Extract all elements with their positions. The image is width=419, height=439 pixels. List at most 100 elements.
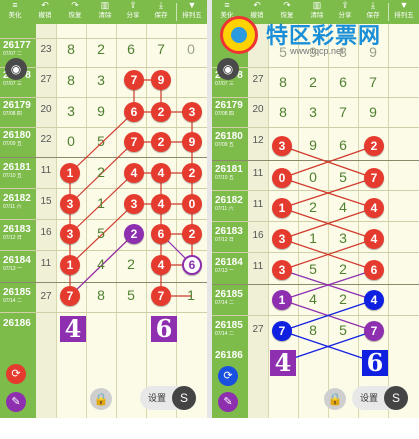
trash-icon: ▥ (312, 0, 322, 10)
number-ball[interactable]: 6 (151, 224, 171, 244)
toolbar-divider (176, 3, 177, 21)
number-ball[interactable]: 7 (272, 321, 292, 341)
number-ball[interactable]: 3 (272, 229, 292, 249)
settings-button[interactable]: 设置 S (352, 386, 408, 410)
pen-icon[interactable]: ✎ (6, 392, 26, 412)
row-line (212, 127, 419, 128)
s-button[interactable]: S (172, 386, 196, 410)
number-ball[interactable]: 4 (364, 229, 384, 249)
number-ball[interactable]: 2 (151, 102, 171, 122)
period-label: 26180 07/09 五 (215, 131, 243, 148)
draw-digit: 0 (309, 169, 317, 185)
draw-digit: 1 (187, 287, 195, 303)
number-ball[interactable]: 4 (364, 198, 384, 218)
draw-digit: 2 (97, 164, 105, 180)
number-ball[interactable]: 3 (272, 260, 292, 280)
number-ball[interactable]: 6 (182, 255, 202, 275)
s-button[interactable]: S (384, 386, 408, 410)
number-ball[interactable]: 3 (272, 136, 292, 156)
number-ball[interactable]: 1 (272, 198, 292, 218)
number-ball[interactable]: 3 (60, 224, 80, 244)
number-ball[interactable]: 6 (364, 260, 384, 280)
draw-digit: 3 (67, 103, 75, 119)
index-value: 27 (40, 291, 52, 302)
number-ball[interactable]: 2 (124, 224, 144, 244)
eye-icon[interactable]: ◉ (5, 58, 27, 80)
draw-digit: 6 (339, 137, 347, 153)
index-value: 16 (40, 227, 52, 238)
number-ball[interactable]: 0 (182, 194, 202, 214)
number-ball[interactable]: 9 (151, 70, 171, 90)
beautify-button[interactable]: ≡ 美化 (2, 0, 28, 24)
number-ball[interactable]: 2 (151, 132, 171, 152)
number-ball[interactable]: 2 (182, 163, 202, 183)
row-line (0, 127, 207, 128)
number-ball[interactable]: 7 (364, 321, 384, 341)
number-ball[interactable]: 4 (151, 163, 171, 183)
number-ball[interactable]: 4 (151, 194, 171, 214)
menu-icon: ≡ (12, 0, 18, 10)
prediction-box: 6 (362, 350, 388, 376)
number-ball[interactable]: 7 (124, 70, 144, 90)
index-value: 11 (252, 199, 264, 210)
redo-button[interactable]: ↷ 恢复 (62, 0, 88, 24)
period-label: 26182 07/11 六 (215, 195, 243, 212)
share-button[interactable]: ⇪ 分享 (120, 0, 146, 24)
number-ball[interactable]: 9 (182, 132, 202, 152)
period-label: 26177 07/07 二 (3, 40, 31, 57)
number-ball[interactable]: 7 (364, 168, 384, 188)
lane-divider (176, 24, 177, 418)
number-ball[interactable]: 0 (272, 168, 292, 188)
number-ball[interactable]: 1 (60, 255, 80, 275)
lock-icon[interactable]: 🔒 (90, 388, 112, 410)
row-line (212, 252, 419, 253)
redo-icon: ↷ (283, 0, 291, 10)
redo-icon: ↷ (71, 0, 79, 10)
eye-icon[interactable]: ◉ (217, 58, 239, 80)
download-icon: ⤓ (371, 0, 375, 10)
refresh-icon[interactable]: ⟳ (218, 366, 238, 386)
draw-digit: 9 (309, 137, 317, 153)
undo-button[interactable]: ↶ 撤销 (32, 0, 58, 24)
index-value: 12 (252, 135, 264, 146)
clear-button[interactable]: ▥ 清除 (92, 0, 118, 24)
period-label: 26185 07/14 二 (215, 320, 243, 337)
number-ball[interactable]: 2 (182, 224, 202, 244)
save-button[interactable]: ⤓ 保存 (148, 0, 174, 24)
number-ball[interactable]: 3 (124, 194, 144, 214)
draw-digit: 7 (157, 41, 165, 57)
index-value: 11 (252, 261, 264, 272)
number-ball[interactable]: 3 (182, 102, 202, 122)
draw-digit: 9 (369, 44, 377, 60)
share-icon: ⇪ (129, 0, 137, 10)
lock-icon[interactable]: 🔒 (324, 388, 346, 410)
refresh-icon[interactable]: ⟳ (6, 364, 26, 384)
undo-icon: ↶ (41, 0, 49, 10)
number-ball[interactable]: 4 (124, 163, 144, 183)
prediction-box: 6 (151, 316, 177, 342)
period-label: 26179 07/08 四 (3, 100, 31, 117)
pen-icon[interactable]: ✎ (218, 392, 238, 412)
number-ball[interactable]: 6 (124, 102, 144, 122)
number-ball[interactable]: 7 (151, 286, 171, 306)
row-line-strong (212, 160, 419, 161)
draw-digit: 9 (369, 104, 377, 120)
number-ball[interactable]: 3 (60, 194, 80, 214)
draw-digit: 2 (97, 41, 105, 57)
number-ball[interactable]: 4 (151, 255, 171, 275)
settings-button[interactable]: 设置 S (140, 386, 196, 410)
row-line (0, 97, 207, 98)
number-ball[interactable]: 4 (364, 290, 384, 310)
draw-digit: 4 (339, 199, 347, 215)
number-ball[interactable]: 7 (124, 132, 144, 152)
number-ball[interactable]: 7 (60, 286, 80, 306)
lottery-type-dropdown[interactable]: ▼ 排列五 (178, 0, 206, 24)
draw-digit: 5 (127, 287, 135, 303)
row-line (0, 219, 207, 220)
index-value: 27 (40, 74, 52, 85)
number-ball[interactable]: 1 (272, 290, 292, 310)
number-ball[interactable]: 1 (60, 163, 80, 183)
draw-digit: 8 (279, 74, 287, 90)
draw-digit: 3 (97, 72, 105, 88)
number-ball[interactable]: 2 (364, 136, 384, 156)
